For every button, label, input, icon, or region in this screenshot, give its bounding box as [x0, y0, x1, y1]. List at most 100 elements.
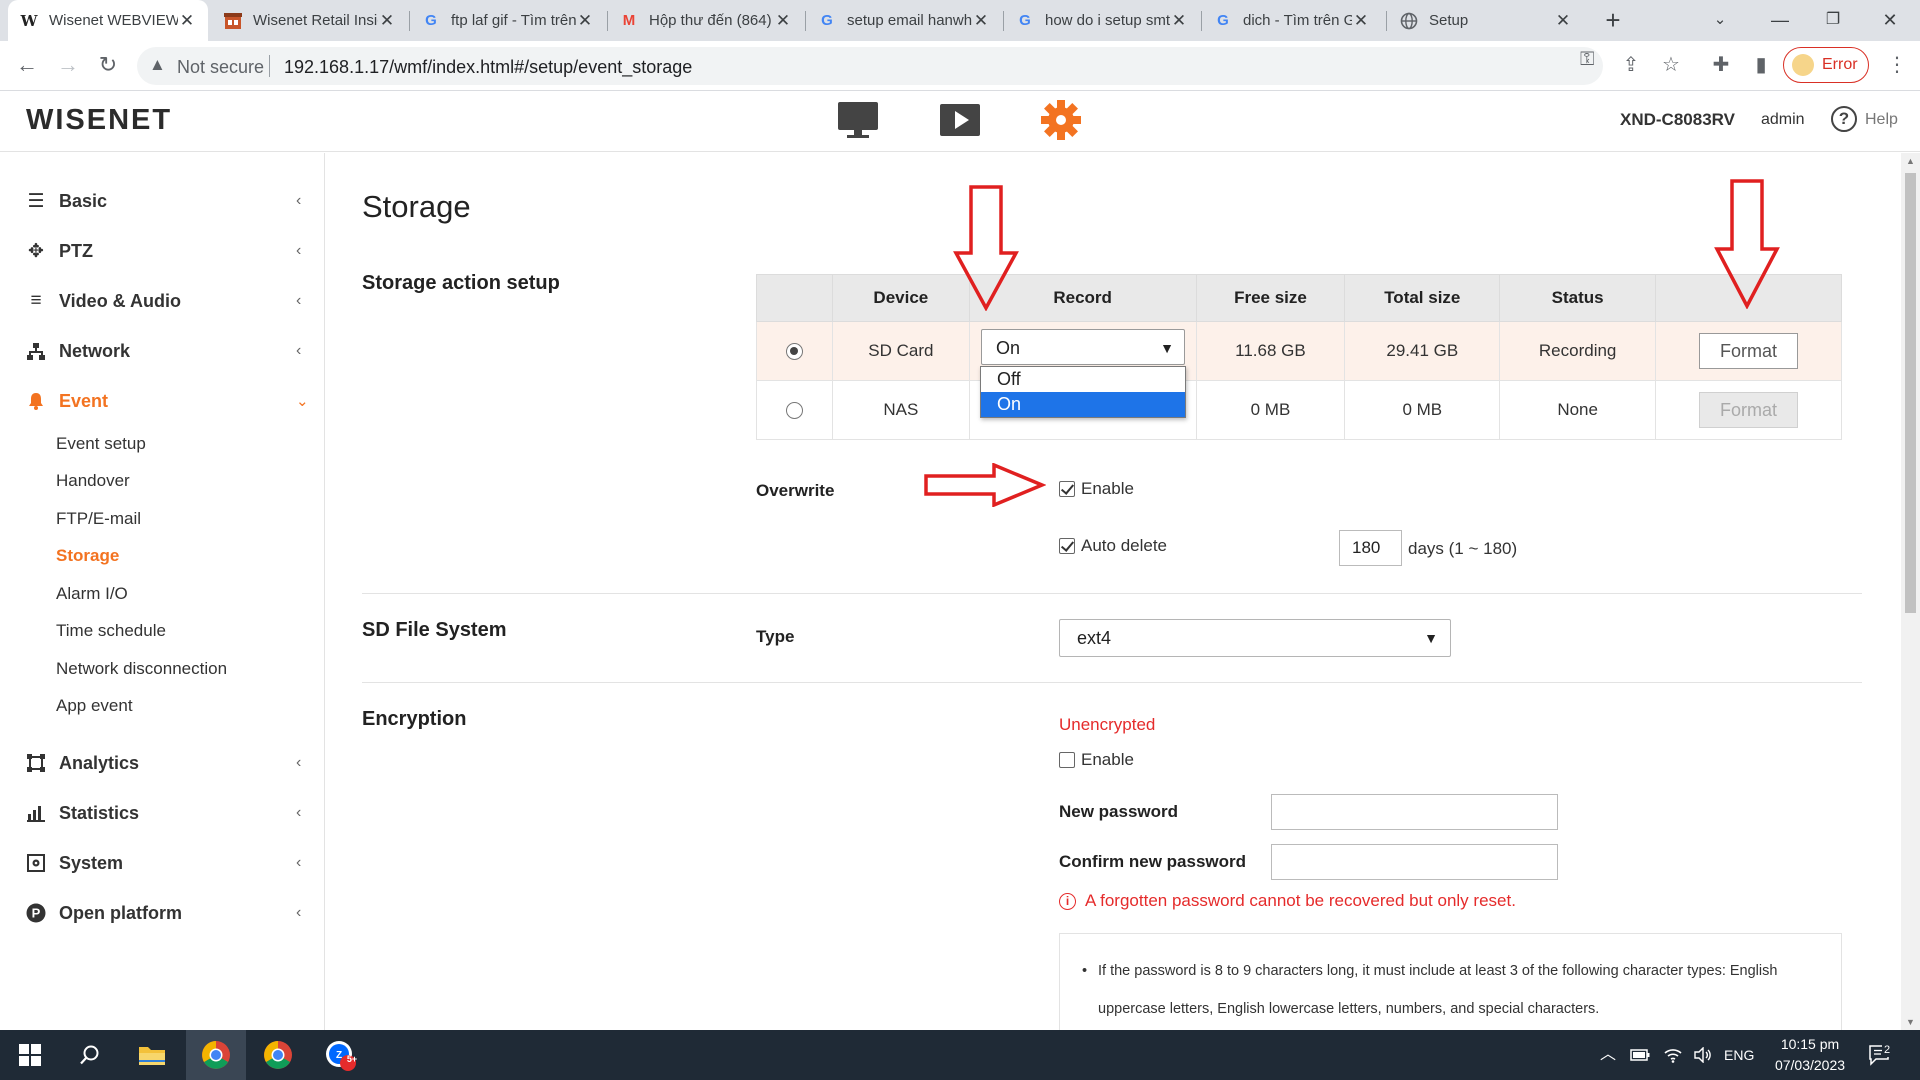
zalo-icon[interactable]: Z 5+ [310, 1030, 370, 1080]
submenu-network-disconnection[interactable]: Network disconnection [56, 659, 227, 679]
help-icon[interactable]: ? [1831, 106, 1857, 132]
minimize-icon[interactable]: — [1752, 0, 1808, 41]
live-view-monitor-icon[interactable] [834, 98, 882, 142]
user-name[interactable]: admin [1761, 111, 1805, 129]
address-bar[interactable]: ▲ Not secure 192.168.1.17/wmf/index.html… [137, 47, 1603, 85]
checkbox-checked[interactable] [1059, 481, 1075, 497]
confirm-password-input[interactable] [1271, 844, 1558, 880]
app-header: WISENET XND-C8083RV admin ? Help [0, 92, 1920, 152]
windows-start-icon[interactable] [0, 1030, 60, 1080]
chrome-icon[interactable] [186, 1030, 246, 1080]
scrollbar-thumb[interactable] [1905, 173, 1916, 613]
record-option-off[interactable]: Off [981, 367, 1185, 392]
submenu-ftp-email[interactable]: FTP/E-mail [56, 509, 141, 529]
sidebar-item-analytics[interactable]: Analytics ‹ [0, 743, 324, 783]
close-icon[interactable]: ✕ [576, 11, 594, 31]
side-panel-icon[interactable]: ▮ [1746, 50, 1776, 80]
submenu-alarm-io[interactable]: Alarm I/O [56, 584, 128, 604]
input-language[interactable]: ENG [1724, 1030, 1754, 1080]
sidebar-item-event[interactable]: Event ⌄ [0, 381, 324, 421]
playback-icon[interactable] [936, 98, 984, 142]
scroll-up-icon[interactable]: ▲ [1906, 156, 1915, 166]
security-label[interactable]: Not secure [177, 57, 264, 78]
tab-search-icon[interactable]: ⌄ [1692, 0, 1748, 41]
vertical-scrollbar[interactable]: ▲ ▼ [1901, 153, 1920, 1030]
search-icon[interactable] [60, 1030, 120, 1080]
close-icon[interactable]: ✕ [378, 11, 396, 31]
new-tab-button[interactable]: + [1598, 6, 1628, 36]
row-select-cell [756, 321, 833, 381]
sidebar-item-statistics[interactable]: Statistics ‹ [0, 793, 324, 833]
chrome-beta-icon[interactable] [248, 1030, 308, 1080]
forward-button[interactable]: → [52, 50, 84, 82]
tab-gmail-inbox[interactable]: M Hộp thư đến (864) ✕ [608, 0, 804, 41]
tab-setup-email[interactable]: G setup email hanwha ✕ [806, 0, 1002, 41]
tab-title: Wisenet Retail Insight [253, 12, 378, 29]
submenu-storage[interactable]: Storage [56, 546, 119, 566]
tab-wisenet-webview[interactable]: W Wisenet WEBVIEW ✕ [8, 0, 208, 41]
volume-icon[interactable] [1693, 1030, 1713, 1080]
chevron-left-icon: ‹ [296, 904, 302, 921]
submenu-app-event[interactable]: App event [56, 696, 133, 716]
system-clock[interactable]: 10:15 pm 07/03/2023 [1760, 1034, 1860, 1076]
close-icon[interactable]: ✕ [178, 11, 196, 31]
tab-setup[interactable]: Setup ✕ [1388, 0, 1584, 41]
profile-error-button[interactable]: Error [1783, 47, 1869, 83]
browser-toolbar: ← → ↻ ▲ Not secure 192.168.1.17/wmf/inde… [0, 41, 1920, 91]
battery-icon[interactable] [1630, 1030, 1650, 1080]
new-password-input[interactable] [1271, 794, 1558, 830]
submenu-time-schedule[interactable]: Time schedule [56, 621, 166, 641]
tab-title: Hộp thư đến (864) [649, 12, 772, 29]
window-close-icon[interactable]: ✕ [1862, 0, 1918, 41]
file-system-type-select[interactable]: ext4 ▼ [1059, 619, 1451, 657]
back-button[interactable]: ← [11, 50, 43, 82]
sidebar-item-label: Network [59, 340, 131, 361]
tab-how-setup-smtp[interactable]: G how do i setup smtp ✕ [1004, 0, 1200, 41]
sidebar-item-open-platform[interactable]: P Open platform ‹ [0, 893, 324, 933]
close-icon[interactable]: ✕ [972, 11, 990, 31]
tab-dich[interactable]: G dich - Tìm trên Google ✕ [1202, 0, 1382, 41]
setup-gear-icon[interactable] [1037, 98, 1085, 142]
close-icon[interactable]: ✕ [774, 11, 792, 31]
auto-delete-checkbox[interactable]: Auto delete [1059, 536, 1167, 556]
sidebar-item-ptz[interactable]: ✥ PTZ ‹ [0, 231, 324, 271]
sidebar-item-network[interactable]: Network ‹ [0, 331, 324, 371]
sidebar-item-system[interactable]: System ‹ [0, 843, 324, 883]
format-sd-button[interactable]: Format [1699, 333, 1799, 369]
extensions-puzzle-icon[interactable]: ✚ [1706, 50, 1736, 80]
submenu-event-setup[interactable]: Event setup [56, 434, 146, 454]
file-explorer-icon[interactable] [122, 1030, 182, 1080]
close-icon[interactable]: ✕ [1352, 11, 1370, 31]
scroll-down-icon[interactable]: ▼ [1906, 1017, 1915, 1027]
close-icon[interactable]: ✕ [1170, 11, 1188, 31]
encryption-enable-checkbox[interactable]: Enable [1059, 750, 1134, 770]
sidebar-item-video-audio[interactable]: ≡ Video & Audio ‹ [0, 281, 324, 321]
restore-icon[interactable]: ❐ [1805, 0, 1861, 41]
wifi-icon[interactable] [1663, 1030, 1683, 1080]
format-nas-button[interactable]: Format [1699, 392, 1799, 428]
more-menu-icon[interactable]: ⋮ [1882, 50, 1912, 80]
sidebar-item-basic[interactable]: ☰ Basic ‹ [0, 181, 324, 221]
record-select[interactable]: On ▼ [981, 329, 1185, 365]
share-icon[interactable]: ⇪ [1616, 50, 1646, 80]
sd-card-radio[interactable] [785, 343, 803, 361]
notification-center-icon[interactable]: 2 [1868, 1030, 1893, 1080]
checkbox-checked[interactable] [1059, 538, 1075, 554]
auto-delete-days-input[interactable]: 180 [1339, 530, 1402, 566]
nas-radio[interactable] [785, 402, 803, 420]
reload-button[interactable]: ↻ [92, 50, 124, 82]
bookmark-star-icon[interactable]: ☆ [1656, 50, 1686, 80]
url-text[interactable]: 192.168.1.17/wmf/index.html#/setup/event… [284, 57, 692, 78]
tab-retail-insight[interactable]: Wisenet Retail Insight ✕ [212, 0, 408, 41]
overwrite-enable-checkbox[interactable]: Enable [1059, 479, 1134, 499]
checkbox-unchecked[interactable] [1059, 752, 1075, 768]
key-icon[interactable]: ⚿ [1580, 49, 1594, 71]
show-hidden-icons-chevron-icon[interactable]: ︿ [1600, 1030, 1616, 1080]
tab-ftp-gif[interactable]: G ftp laf gif - Tìm trên Google ✕ [410, 0, 606, 41]
submenu-handover[interactable]: Handover [56, 471, 130, 491]
close-icon[interactable]: ✕ [1554, 11, 1572, 31]
sidebar-item-label: Analytics [59, 752, 140, 773]
clock-time: 10:15 pm [1780, 1036, 1840, 1052]
help-link[interactable]: Help [1865, 111, 1898, 129]
record-option-on[interactable]: On [981, 392, 1185, 417]
